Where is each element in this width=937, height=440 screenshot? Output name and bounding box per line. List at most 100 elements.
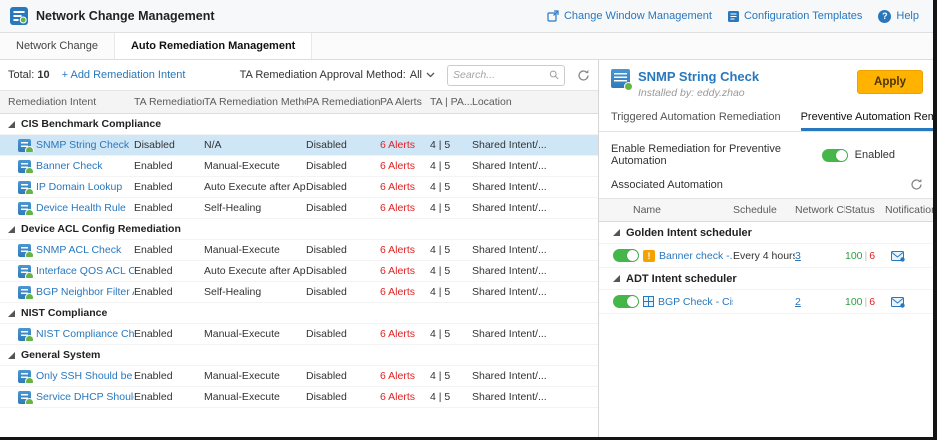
network-change-link[interactable]: 3 [795,250,801,262]
pa-alerts-cell[interactable]: 6 Alerts [380,160,430,172]
status-success-count[interactable]: 100 [845,296,863,308]
notification-icon[interactable] [891,250,928,262]
pa-alerts-cell[interactable]: 6 Alerts [380,202,430,214]
apply-button[interactable]: Apply [857,70,923,94]
group-row-device-acl[interactable]: Device ACL Config Remediation [0,219,598,240]
col-remediation-intent[interactable]: Remediation Intent [0,96,134,108]
collapse-triangle-icon[interactable] [8,226,15,233]
table-row[interactable]: Banner Check Enabled Manual-Execute Disa… [0,156,598,177]
approval-method-dropdown[interactable]: TA Remediation Approval Method: All [240,69,435,81]
col-name[interactable]: Name [599,204,733,216]
notification-icon[interactable] [891,296,928,308]
table-row[interactable]: SNMP ACL Check Enabled Manual-Execute Di… [0,240,598,261]
tab-triggered-automation-remediation[interactable]: Triggered Automation Remediation [611,104,781,131]
intent-link[interactable]: Banner Check [36,160,103,172]
collapse-triangle-icon[interactable] [8,310,15,317]
group-row-general-system[interactable]: General System [0,345,598,366]
add-remediation-intent-button[interactable]: + Add Remediation Intent [62,69,186,81]
pa-alerts-cell[interactable]: 6 Alerts [380,391,430,403]
configuration-templates-label: Configuration Templates [744,10,862,22]
collapse-triangle-icon[interactable] [613,275,620,282]
table-row[interactable]: BGP Neighbor Filter ACL Enabled Self-Hea… [0,282,598,303]
intent-link[interactable]: BGP Neighbor Filter ACL [36,286,134,298]
pa-alerts-cell[interactable]: 6 Alerts [380,244,430,256]
intent-link[interactable]: SNMP ACL Check [36,244,121,256]
col-pa-alerts[interactable]: PA Alerts [380,96,430,108]
tapa-cell: 4 | 5 [430,328,472,340]
col-ta-remediation-method[interactable]: TA Remediation Method [204,96,306,108]
collapse-triangle-icon[interactable] [8,352,15,359]
pa-alerts-cell[interactable]: 6 Alerts [380,286,430,298]
group-label: ADT Intent scheduler [626,273,737,285]
change-window-management-link[interactable]: Change Window Management [547,10,712,22]
ta-method-cell: Auto Execute after Ap... [204,265,306,277]
status-fail-count[interactable]: 6 [869,250,875,262]
table-row[interactable]: SNMP String Check Disabled N/A Disabled … [0,135,598,156]
status-success-count[interactable]: 100 [845,250,863,262]
pa-alerts-cell[interactable]: 6 Alerts [380,139,430,151]
table-row[interactable]: Device Health Rule Enabled Self-Healing … [0,198,598,219]
detail-title: SNMP String Check [638,69,759,84]
col-schedule[interactable]: Schedule [733,204,795,216]
intent-link[interactable]: NIST Compliance Check [36,328,134,340]
automation-link[interactable]: BGP Check - Cis... [658,296,733,308]
intent-link[interactable]: SNMP String Check [36,139,129,151]
table-row[interactable]: Service DHCP Should be... Enabled Manual… [0,387,598,408]
pa-alerts-cell[interactable]: 6 Alerts [380,265,430,277]
search-input[interactable] [453,69,545,81]
status-fail-count[interactable]: 6 [869,296,875,308]
refresh-icon[interactable] [910,178,923,191]
intent-link[interactable]: Interface QOS ACL Check [36,265,134,277]
col-ta-remediation[interactable]: TA Remediation [134,96,204,108]
network-change-link[interactable]: 2 [795,296,801,308]
group-row-adt-intent-scheduler[interactable]: ADT Intent scheduler [599,268,933,290]
intent-link[interactable]: Service DHCP Should be... [36,391,134,403]
status-divider: | [865,250,868,262]
installed-by-label: Installed by: eddy.zhao [638,87,759,99]
automation-row[interactable]: ! Banner check -... Every 4 hours 3 100|… [599,244,933,268]
group-row-nist[interactable]: NIST Compliance [0,303,598,324]
intent-link[interactable]: Device Health Rule [36,202,126,214]
automation-row[interactable]: BGP Check - Cis... 2 100|6 [599,290,933,314]
table-row[interactable]: Only SSH Should be Ena... Enabled Manual… [0,366,598,387]
collapse-triangle-icon[interactable] [613,229,620,236]
configuration-templates-link[interactable]: Configuration Templates [728,10,862,22]
tab-network-change[interactable]: Network Change [0,33,115,59]
ta-remediation-cell: Enabled [134,202,204,214]
col-location[interactable]: Location [472,96,598,108]
search-icon[interactable] [549,69,559,81]
help-link[interactable]: ? Help [878,10,919,23]
group-row-cis-benchmark[interactable]: CIS Benchmark Compliance [0,114,598,135]
intent-icon [611,69,630,88]
pa-alerts-cell[interactable]: 6 Alerts [380,328,430,340]
tapa-cell: 4 | 5 [430,286,472,298]
group-label: Device ACL Config Remediation [21,223,181,235]
collapse-triangle-icon[interactable] [8,121,15,128]
tab-auto-remediation-management[interactable]: Auto Remediation Management [115,33,312,59]
tapa-cell: 4 | 5 [430,202,472,214]
col-network-change[interactable]: Network Ch... [795,204,845,216]
table-row[interactable]: Interface QOS ACL Check Enabled Auto Exe… [0,261,598,282]
col-status[interactable]: Status [845,204,885,216]
window-icon [547,10,559,22]
ta-method-cell: Manual-Execute [204,370,306,382]
col-notifications[interactable]: Notifications [885,204,933,216]
automation-toggle[interactable] [613,295,639,308]
ta-remediation-cell: Enabled [134,286,204,298]
table-row[interactable]: NIST Compliance Check Enabled Manual-Exe… [0,324,598,345]
col-pa-remediation[interactable]: PA Remediation [306,96,380,108]
pa-alerts-cell[interactable]: 6 Alerts [380,181,430,193]
refresh-icon[interactable] [577,69,590,82]
group-row-golden-intent-scheduler[interactable]: Golden Intent scheduler [599,222,933,244]
tab-preventive-automation-remediation[interactable]: Preventive Automation Remediation [801,104,933,131]
intent-link[interactable]: IP Domain Lookup [36,181,122,193]
enable-remediation-toggle[interactable] [822,149,848,162]
table-row[interactable]: IP Domain Lookup Enabled Auto Execute af… [0,177,598,198]
automation-link[interactable]: Banner check -... [659,250,733,262]
intent-link[interactable]: Only SSH Should be Ena... [36,370,134,382]
pa-alerts-cell[interactable]: 6 Alerts [380,370,430,382]
remediation-intent-icon [18,244,31,257]
search-box[interactable] [447,65,565,86]
col-ta-pa[interactable]: TA | PA... [430,96,472,108]
automation-toggle[interactable] [613,249,639,262]
